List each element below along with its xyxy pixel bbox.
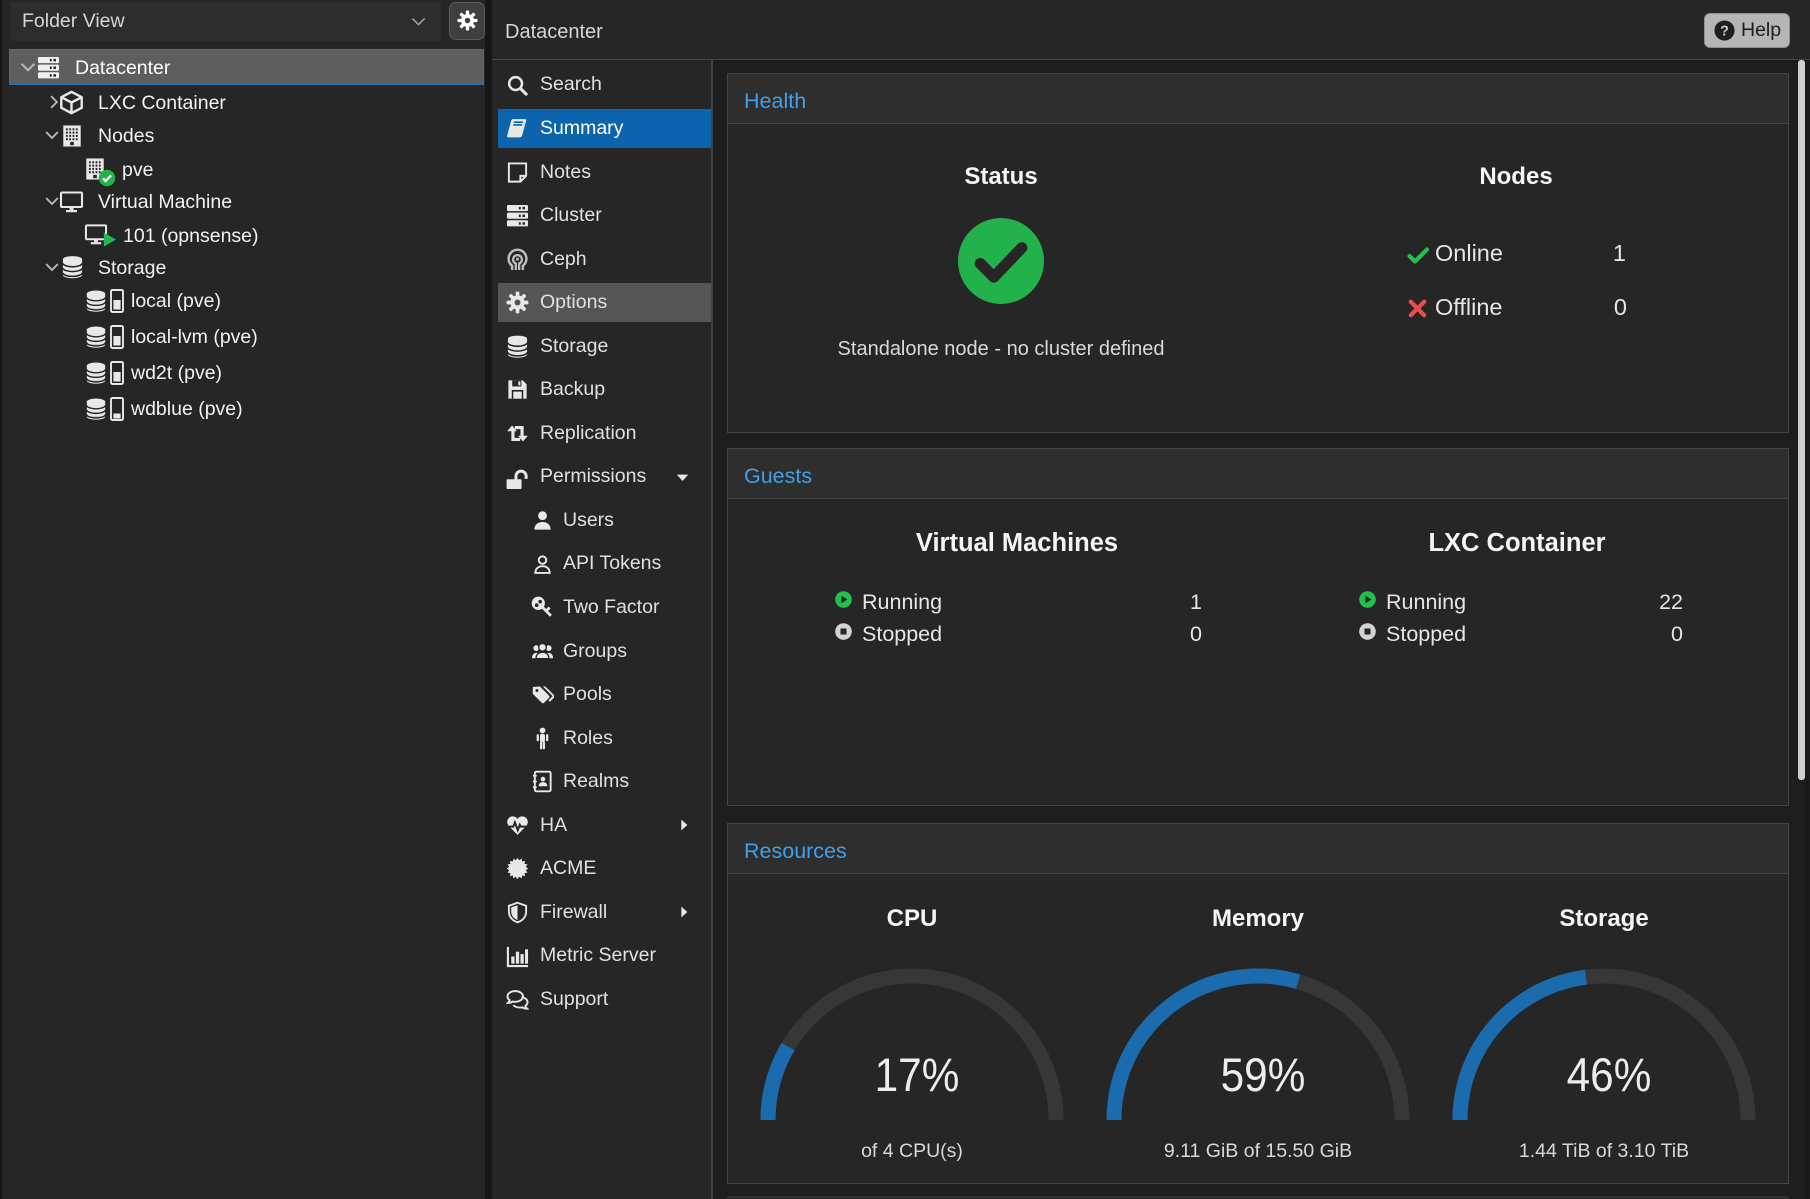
svg-text:?: ? xyxy=(1720,23,1729,39)
